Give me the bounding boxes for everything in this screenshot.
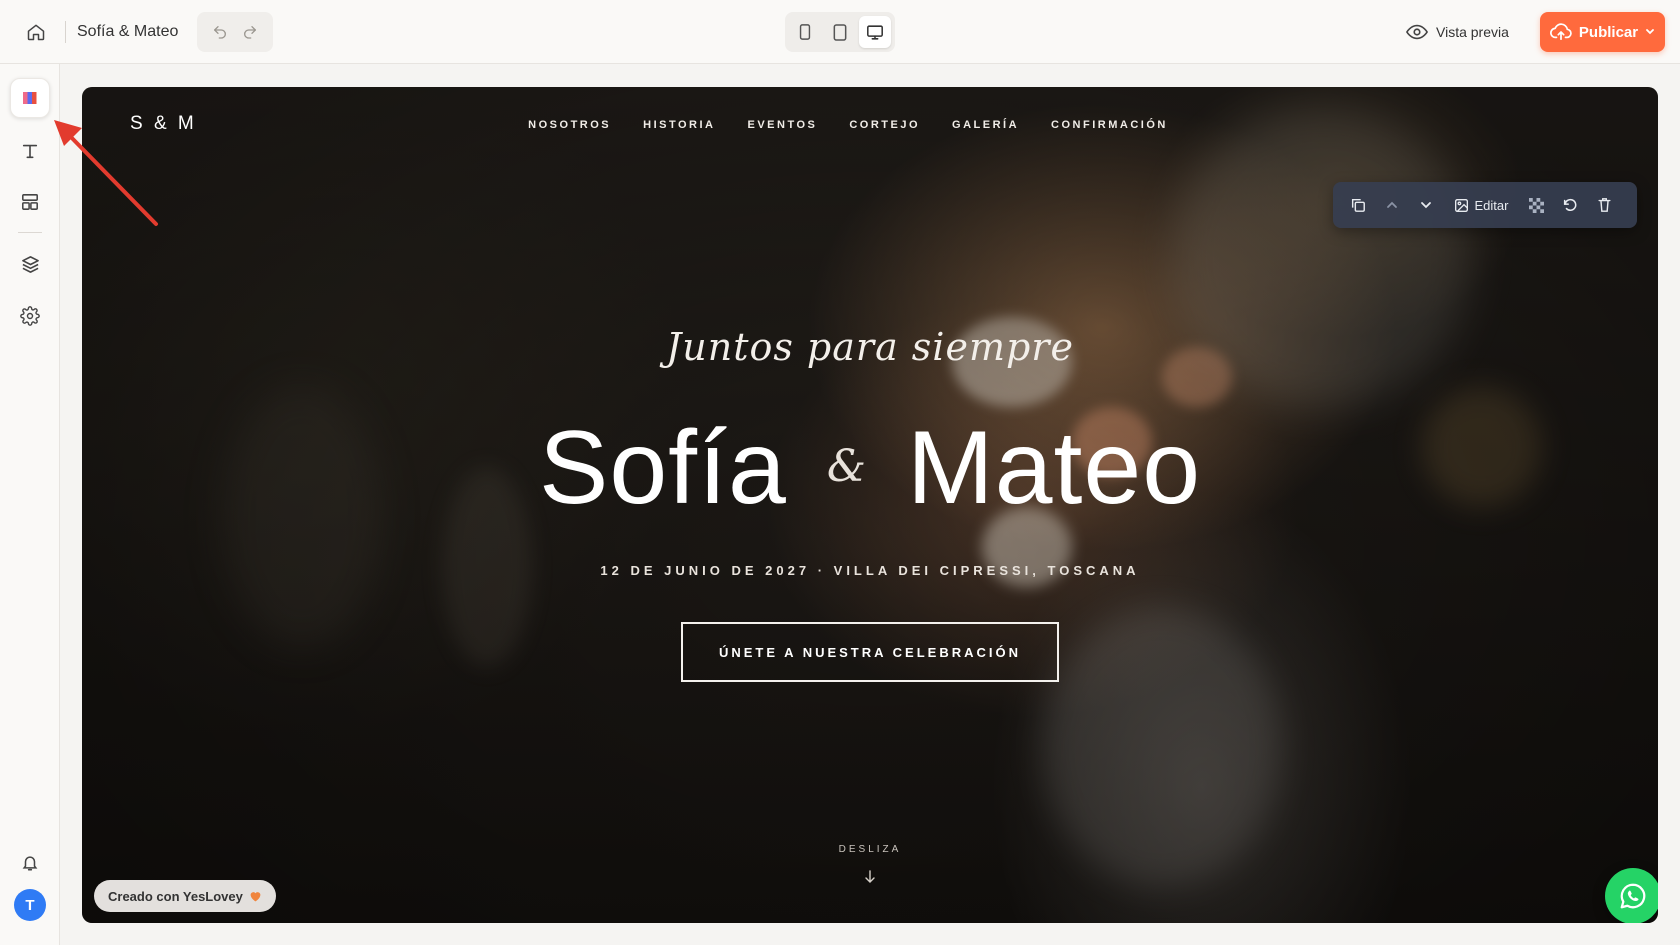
chevron-up-icon <box>1387 201 1397 208</box>
preview-label: Vista previa <box>1436 24 1509 40</box>
nav-link-eventos[interactable]: EVENTOS <box>747 119 817 131</box>
layout-grid-icon <box>22 194 38 210</box>
publish-label: Publicar <box>1578 23 1639 41</box>
monitor-icon <box>867 24 883 40</box>
chevron-down-icon <box>1421 202 1431 209</box>
move-section-down-button[interactable] <box>1409 188 1443 222</box>
edit-background-button[interactable]: Editar <box>1443 188 1519 222</box>
sidebar-sections-button[interactable] <box>10 182 50 222</box>
scroll-hint-label: DESLIZA <box>838 844 902 855</box>
home-icon <box>27 24 45 41</box>
nav-link-historia[interactable]: HISTORIA <box>643 119 715 131</box>
sidebar-divider <box>18 232 42 233</box>
site-navigation: NOSOTROS HISTORIA EVENTOS CORTEJO GALERÍ… <box>82 119 1658 131</box>
smartphone-icon <box>799 24 811 40</box>
nav-link-nosotros[interactable]: NOSOTROS <box>528 119 611 131</box>
device-desktop-button[interactable] <box>859 16 891 48</box>
undo-icon <box>214 26 226 39</box>
image-icon <box>1454 198 1468 212</box>
checkerboard-icon <box>1528 197 1544 213</box>
redo-icon <box>244 26 256 39</box>
bell-icon <box>22 855 38 870</box>
event-date-location[interactable]: 12 DE JUNIO DE 2027 · VILLA DEI CIPRESSI… <box>82 563 1658 578</box>
site-title: Sofía & Mateo <box>77 23 179 40</box>
editor-sidebar: T <box>0 64 60 945</box>
whatsapp-icon <box>1620 883 1646 909</box>
nav-link-confirmacion[interactable]: CONFIRMACIÓN <box>1051 119 1168 131</box>
user-avatar[interactable]: T <box>14 889 46 921</box>
layers-icon <box>21 255 39 273</box>
nav-link-galeria[interactable]: GALERÍA <box>952 119 1019 131</box>
arrow-down-icon <box>865 870 875 883</box>
reset-section-button[interactable] <box>1553 188 1587 222</box>
home-button[interactable] <box>20 16 52 48</box>
rotate-ccw-icon <box>1563 198 1577 212</box>
eye-icon <box>1406 24 1428 40</box>
publish-button[interactable]: Publicar <box>1540 12 1665 52</box>
nav-link-cortejo[interactable]: CORTEJO <box>849 119 920 131</box>
whatsapp-button[interactable] <box>1605 868 1658 923</box>
ampersand: & <box>826 441 867 492</box>
sidebar-theme-colors-button[interactable] <box>10 78 50 118</box>
edit-label: Editar <box>1474 197 1509 213</box>
section-toolbar: Editar <box>1333 182 1637 228</box>
celebration-cta-button[interactable]: ÚNETE A NUESTRA CELEBRACIÓN <box>681 622 1059 682</box>
history-controls <box>197 12 273 52</box>
preview-button[interactable]: Vista previa <box>1400 14 1520 50</box>
made-with-label: Creado con YesLovey <box>108 888 243 904</box>
sidebar-layers-button[interactable] <box>10 244 50 284</box>
device-mobile-button[interactable] <box>789 16 821 48</box>
delete-section-button[interactable] <box>1587 188 1621 222</box>
color-palette-icon <box>23 92 37 104</box>
chevron-down-icon <box>1646 29 1654 35</box>
device-tablet-button[interactable] <box>824 16 856 48</box>
transparency-button[interactable] <box>1519 188 1553 222</box>
copy-icon <box>1351 198 1365 212</box>
text-icon <box>22 144 38 159</box>
made-with-badge[interactable]: Creado con YesLovey <box>94 880 276 912</box>
cloud-upload-icon <box>1549 23 1572 41</box>
sidebar-typography-button[interactable] <box>10 131 50 171</box>
gear-icon <box>20 306 40 326</box>
site-preview-canvas: S & M NOSOTROS HISTORIA EVENTOS CORTEJO … <box>82 87 1658 923</box>
title-divider <box>65 21 66 43</box>
heart-icon <box>250 892 261 902</box>
bride-name: Sofía <box>538 410 787 526</box>
groom-name: Mateo <box>906 410 1202 526</box>
trash-icon <box>1597 198 1611 212</box>
tablet-icon <box>833 23 847 41</box>
hero-script-title[interactable]: Juntos para siempre <box>82 325 1658 369</box>
editor-topbar: Sofía & Mateo Vista previa Publicar <box>0 0 1680 64</box>
notifications-button[interactable] <box>10 842 50 882</box>
move-section-up-button[interactable] <box>1375 188 1409 222</box>
device-switcher <box>785 12 895 52</box>
undo-button[interactable] <box>205 16 235 48</box>
duplicate-section-button[interactable] <box>1341 188 1375 222</box>
couple-names[interactable]: Sofía & Mateo <box>82 407 1658 528</box>
redo-button[interactable] <box>235 16 265 48</box>
sidebar-settings-button[interactable] <box>10 296 50 336</box>
